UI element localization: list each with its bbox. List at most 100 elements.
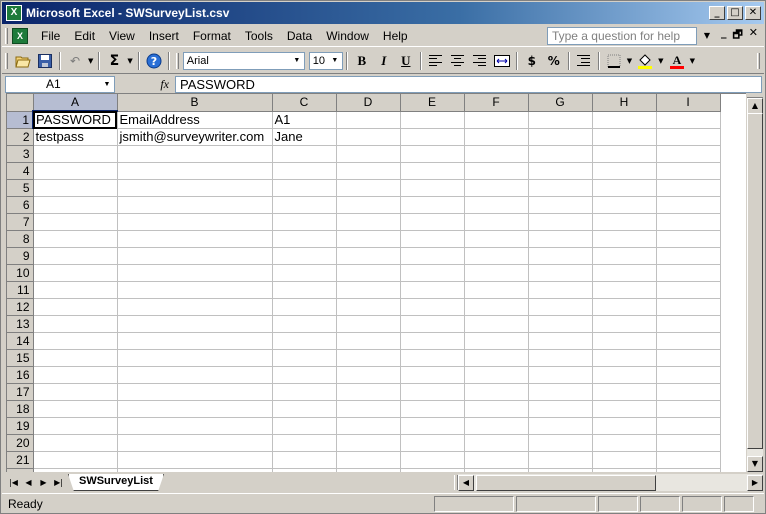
row-header[interactable]: 17	[7, 383, 34, 401]
cell-f16[interactable]	[464, 366, 529, 384]
column-header-h[interactable]: H	[592, 94, 657, 112]
cell-i16[interactable]	[656, 366, 721, 384]
workbook-restore-button[interactable]: 🗗	[732, 26, 742, 45]
align-right-icon[interactable]	[469, 51, 491, 71]
row-header[interactable]: 11	[7, 281, 34, 299]
cell-d6[interactable]	[336, 196, 401, 214]
cell-a21[interactable]	[33, 451, 118, 469]
cell-d13[interactable]	[336, 315, 401, 333]
function-icon[interactable]: fx	[115, 77, 175, 92]
cell-e11[interactable]	[400, 281, 465, 299]
menu-file[interactable]: File	[34, 26, 67, 46]
undo-icon[interactable]: ↶	[64, 51, 86, 71]
name-box[interactable]: A1 ▼	[5, 75, 115, 93]
cell-i20[interactable]	[656, 434, 721, 452]
merge-center-icon[interactable]	[491, 51, 513, 71]
column-header-b[interactable]: B	[117, 94, 273, 112]
cell-d18[interactable]	[336, 400, 401, 418]
scroll-left-button[interactable]: ◀	[457, 474, 474, 491]
prev-sheet-icon[interactable]: ◀	[21, 475, 36, 490]
align-left-icon[interactable]	[425, 51, 447, 71]
cell-d3[interactable]	[336, 145, 401, 163]
cell-i5[interactable]	[656, 179, 721, 197]
cell-f13[interactable]	[464, 315, 529, 333]
workbook-close-button[interactable]: ✕	[749, 26, 758, 45]
cell-h19[interactable]	[592, 417, 657, 435]
cell-h6[interactable]	[592, 196, 657, 214]
vertical-scroll-thumb[interactable]	[747, 113, 763, 449]
first-sheet-icon[interactable]: |◀	[6, 475, 21, 490]
cell-d5[interactable]	[336, 179, 401, 197]
cell-b9[interactable]	[117, 247, 273, 265]
cell-d14[interactable]	[336, 332, 401, 350]
cell-d11[interactable]	[336, 281, 401, 299]
workbook-minimize-button[interactable]: _	[721, 26, 727, 45]
autosum-dropdown-icon[interactable]: ▼	[127, 57, 132, 65]
cell-a19[interactable]	[33, 417, 118, 435]
cell-h10[interactable]	[592, 264, 657, 282]
chevron-down-icon[interactable]: ▼	[329, 54, 341, 68]
cell-g3[interactable]	[528, 145, 593, 163]
cell-f4[interactable]	[464, 162, 529, 180]
cell-c2[interactable]: Jane	[272, 128, 337, 146]
cell-f12[interactable]	[464, 298, 529, 316]
column-header-g[interactable]: G	[528, 94, 593, 112]
cell-i18[interactable]	[656, 400, 721, 418]
align-center-icon[interactable]	[447, 51, 469, 71]
cell-b20[interactable]	[117, 434, 273, 452]
cell-e3[interactable]	[400, 145, 465, 163]
cell-f14[interactable]	[464, 332, 529, 350]
chevron-down-icon[interactable]: ▼	[291, 54, 303, 68]
cell-g14[interactable]	[528, 332, 593, 350]
format-toolbar-grip[interactable]	[175, 52, 179, 69]
cell-f2[interactable]	[464, 128, 529, 146]
cell-c18[interactable]	[272, 400, 337, 418]
fill-color-dropdown-icon[interactable]: ▼	[658, 57, 663, 65]
column-header-e[interactable]: E	[400, 94, 465, 112]
cell-b16[interactable]	[117, 366, 273, 384]
cell-a16[interactable]	[33, 366, 118, 384]
cell-a20[interactable]	[33, 434, 118, 452]
cell-i22[interactable]	[656, 468, 721, 472]
percent-button[interactable]: %	[543, 51, 565, 71]
menubar-grip[interactable]	[5, 27, 8, 44]
cell-e15[interactable]	[400, 349, 465, 367]
cell-e21[interactable]	[400, 451, 465, 469]
cell-b22[interactable]	[117, 468, 273, 472]
cell-e10[interactable]	[400, 264, 465, 282]
cell-c21[interactable]	[272, 451, 337, 469]
cell-h2[interactable]	[592, 128, 657, 146]
sheet-tab-swsurveylist[interactable]: SWSurveyList	[68, 474, 164, 491]
open-folder-icon[interactable]	[12, 51, 34, 71]
row-header[interactable]: 4	[7, 162, 34, 180]
cell-i1[interactable]	[656, 111, 721, 129]
cell-a8[interactable]	[33, 230, 118, 248]
cell-a12[interactable]	[33, 298, 118, 316]
cell-i15[interactable]	[656, 349, 721, 367]
cell-f8[interactable]	[464, 230, 529, 248]
row-header[interactable]: 13	[7, 315, 34, 333]
cell-a4[interactable]	[33, 162, 118, 180]
cell-f18[interactable]	[464, 400, 529, 418]
cell-b2[interactable]: jsmith@surveywriter.com	[117, 128, 273, 146]
cell-f7[interactable]	[464, 213, 529, 231]
horizontal-scrollbar[interactable]: ◀ ▶	[457, 474, 763, 491]
chevron-down-icon[interactable]: ▼	[701, 31, 713, 40]
cell-g2[interactable]	[528, 128, 593, 146]
cell-b8[interactable]	[117, 230, 273, 248]
cell-g13[interactable]	[528, 315, 593, 333]
cell-g18[interactable]	[528, 400, 593, 418]
row-header[interactable]: 22	[7, 468, 34, 472]
cell-h7[interactable]	[592, 213, 657, 231]
cell-e5[interactable]	[400, 179, 465, 197]
minimize-button[interactable]: _	[709, 6, 725, 20]
cell-e2[interactable]	[400, 128, 465, 146]
next-sheet-icon[interactable]: ▶	[36, 475, 51, 490]
menu-data[interactable]: Data	[280, 26, 319, 46]
cell-f17[interactable]	[464, 383, 529, 401]
cell-e4[interactable]	[400, 162, 465, 180]
cell-c17[interactable]	[272, 383, 337, 401]
cell-e14[interactable]	[400, 332, 465, 350]
cell-a6[interactable]	[33, 196, 118, 214]
cell-b1[interactable]: EmailAddress	[117, 111, 273, 129]
